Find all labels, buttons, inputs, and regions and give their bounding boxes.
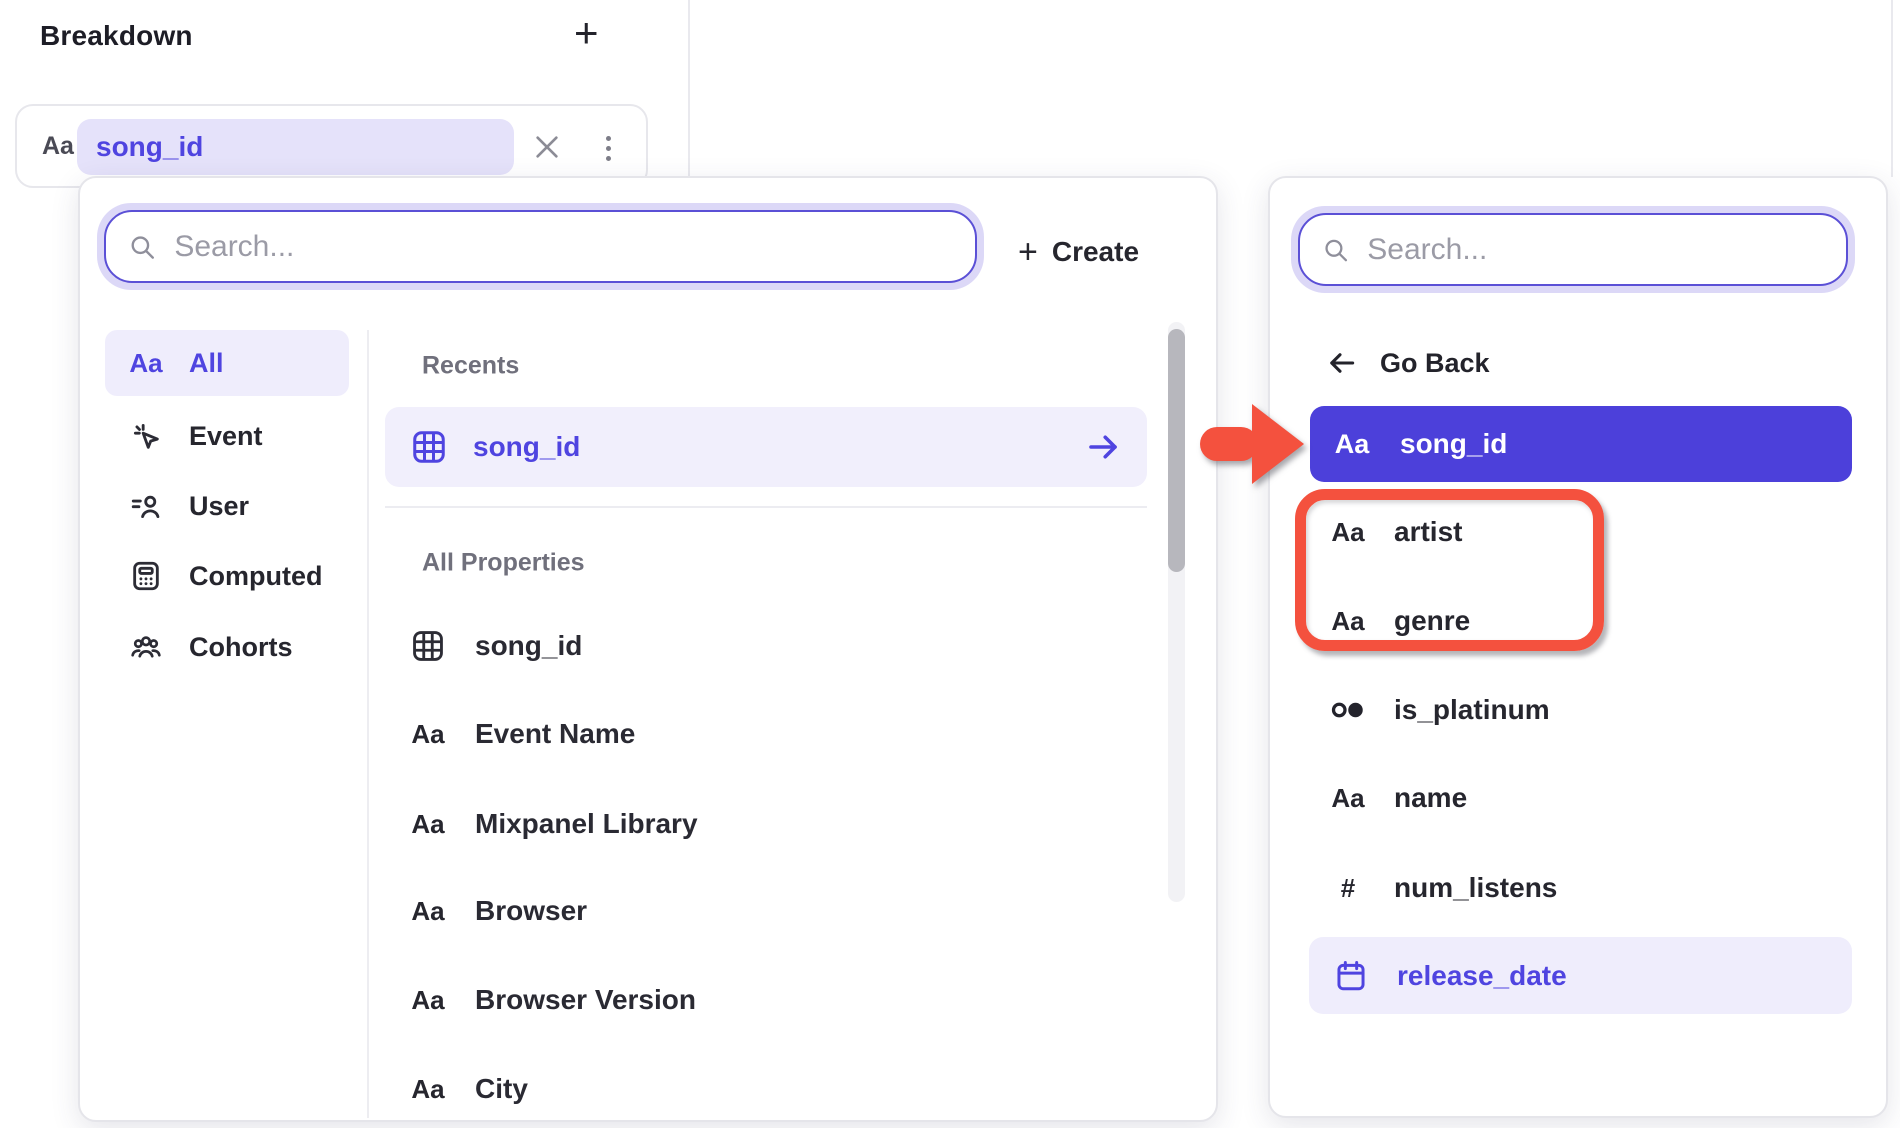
search-input[interactable] <box>1367 233 1824 267</box>
user-icon <box>127 489 165 523</box>
search-field-wrapper <box>1291 206 1855 293</box>
back-arrow-icon <box>1326 347 1358 379</box>
text-type-icon: Aa <box>1326 606 1370 637</box>
calculator-icon <box>127 559 165 593</box>
property-row-song-id[interactable]: song_id <box>407 629 582 663</box>
scrollbar-thumb[interactable] <box>1168 329 1185 572</box>
property-picker-panel: + Create Aa All Event User <box>78 176 1218 1122</box>
text-type-icon: Aa <box>127 348 165 379</box>
search-field-wrapper <box>97 203 984 290</box>
number-type-icon: # <box>1326 873 1370 904</box>
sidebar-item-event[interactable]: Event <box>127 419 263 453</box>
property-detail-panel: Go Back Aa song_id Aa artist Aa genre is… <box>1268 176 1888 1118</box>
sidebar-item-computed[interactable]: Computed <box>127 559 322 593</box>
calendar-icon <box>1329 959 1373 993</box>
search-icon <box>1322 235 1349 265</box>
text-type-icon: Aa <box>1332 429 1372 460</box>
drilldown-arrow-icon[interactable] <box>1085 429 1121 465</box>
property-row-browser[interactable]: Aa Browser <box>407 895 587 927</box>
breakdown-section-title: Breakdown <box>40 20 193 52</box>
property-row-artist[interactable]: Aa artist <box>1326 516 1462 548</box>
search-input[interactable] <box>174 230 953 264</box>
text-type-icon: Aa <box>407 809 449 840</box>
panel-edge-divider <box>1891 0 1893 177</box>
remove-chip-button[interactable] <box>531 131 563 163</box>
chip-value: song_id <box>96 131 203 163</box>
all-properties-header: All Properties <box>422 549 585 578</box>
breakdown-property-chip[interactable]: song_id <box>77 119 514 175</box>
close-icon <box>531 131 563 163</box>
go-back-button[interactable]: Go Back <box>1326 347 1490 379</box>
property-row-release-date[interactable]: release_date <box>1309 937 1852 1014</box>
text-type-icon: Aa <box>1326 517 1370 548</box>
property-row-is-platinum[interactable]: is_platinum <box>1326 694 1550 726</box>
property-row-city[interactable]: Aa City <box>407 1073 528 1105</box>
boolean-type-icon <box>1326 695 1370 725</box>
sidebar-item-cohorts[interactable]: Cohorts <box>127 630 293 664</box>
text-type-icon: Aa <box>1326 783 1370 814</box>
event-cursor-icon <box>127 419 165 453</box>
add-breakdown-button[interactable]: + <box>574 12 599 54</box>
chip-menu-button[interactable] <box>601 129 615 167</box>
recent-item-song-id[interactable]: song_id <box>385 407 1147 487</box>
property-row-browser-version[interactable]: Aa Browser Version <box>407 984 696 1016</box>
property-row-name[interactable]: Aa name <box>1326 782 1467 814</box>
property-row-event-name[interactable]: Aa Event Name <box>407 718 635 750</box>
recents-header: Recents <box>422 352 519 381</box>
sidebar-item-all[interactable]: Aa All <box>105 330 349 396</box>
table-grid-icon <box>407 629 449 663</box>
property-row-genre[interactable]: Aa genre <box>1326 605 1470 637</box>
property-row-num-listens[interactable]: # num_listens <box>1326 872 1557 904</box>
sidebar-item-user[interactable]: User <box>127 489 249 523</box>
create-button[interactable]: + Create <box>1018 228 1139 276</box>
panel-edge-divider <box>688 0 690 177</box>
sidebar-content-divider <box>367 330 369 1118</box>
plus-icon: + <box>1018 235 1038 269</box>
text-type-icon: Aa <box>407 719 449 750</box>
section-divider <box>385 506 1147 508</box>
text-type-icon: Aa <box>407 985 449 1016</box>
table-grid-icon <box>411 429 447 465</box>
selected-property-row-song-id[interactable]: Aa song_id <box>1310 406 1852 482</box>
text-type-icon: Aa <box>42 132 74 161</box>
property-row-mixpanel-library[interactable]: Aa Mixpanel Library <box>407 808 698 840</box>
text-type-icon: Aa <box>407 1074 449 1105</box>
text-type-icon: Aa <box>407 896 449 927</box>
search-icon <box>128 232 156 262</box>
people-group-icon <box>127 630 165 664</box>
